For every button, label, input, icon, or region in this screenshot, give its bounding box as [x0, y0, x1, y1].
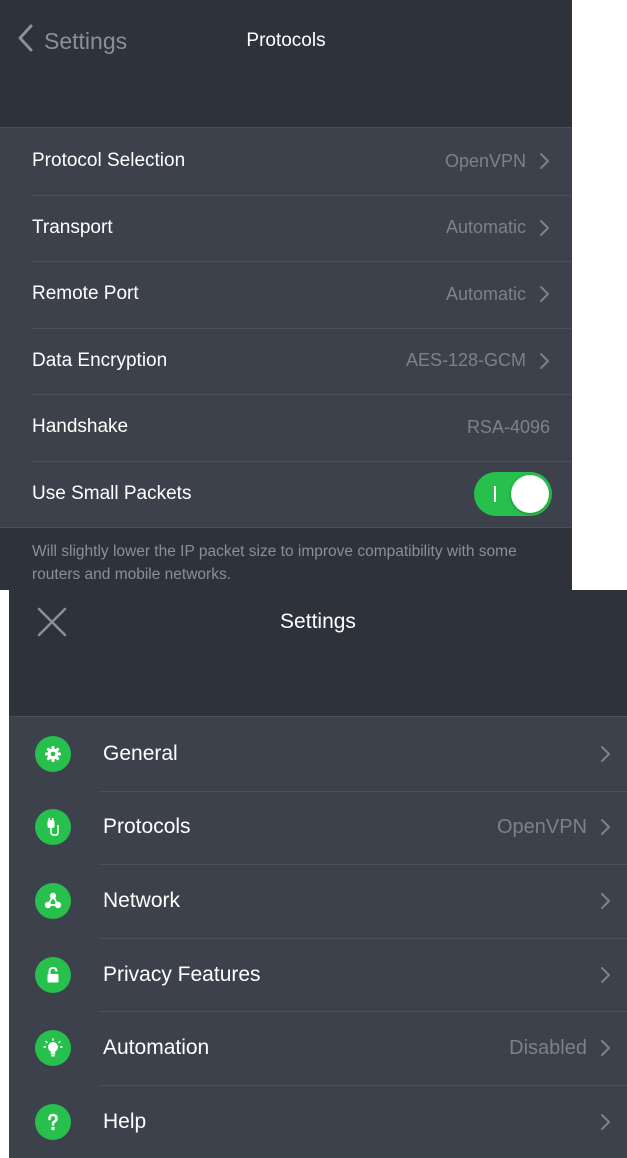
settings-item-protocols[interactable]: Protocols OpenVPN	[9, 790, 627, 865]
settings-list: General Protocols OpenVPN Network Privac…	[9, 716, 627, 1158]
toggle-knob	[511, 474, 549, 513]
settings-item-value: OpenVPN	[496, 815, 587, 838]
use-small-packets-row: Use Small Packets	[0, 460, 572, 528]
settings-navbar: Settings	[9, 590, 627, 716]
toggle-on-mark	[494, 485, 496, 502]
protocols-screen: Settings Protocols Protocol Selection Op…	[0, 0, 572, 590]
chevron-right-icon	[599, 892, 611, 910]
transport-row[interactable]: Transport Automatic	[0, 194, 572, 262]
row-label: Transport	[32, 216, 113, 238]
chevron-right-icon	[538, 285, 550, 303]
settings-item-network[interactable]: Network	[9, 864, 627, 938]
row-label: Protocol Selection	[32, 150, 186, 172]
page-title: Settings	[280, 610, 356, 633]
settings-item-privacy-features[interactable]: Privacy Features	[9, 937, 627, 1012]
lightbulb-icon	[35, 1030, 71, 1067]
data-encryption-row[interactable]: Data Encryption AES-128-GCM	[0, 327, 572, 395]
settings-item-label: Protocols	[103, 815, 191, 839]
protocol-selection-row[interactable]: Protocol Selection OpenVPN	[0, 128, 572, 195]
settings-item-label: General	[103, 741, 178, 765]
lock-icon	[35, 956, 71, 993]
protocols-navbar: Settings Protocols	[0, 0, 572, 128]
chevron-right-icon	[538, 152, 550, 170]
chevron-right-icon	[599, 966, 611, 984]
chevron-right-icon	[599, 745, 611, 763]
question-icon	[35, 1103, 71, 1140]
settings-screen: Settings General Protocols OpenVPN Netwo…	[9, 590, 627, 1158]
settings-item-label: Privacy Features	[103, 962, 261, 986]
small-packets-footnote: Will slightly lower the IP packet size t…	[32, 543, 517, 583]
gear-icon	[35, 735, 71, 772]
row-value: Automatic	[445, 217, 526, 238]
settings-item-value: Disabled	[509, 1036, 587, 1059]
plug-icon	[35, 809, 71, 846]
chevron-right-icon	[599, 818, 611, 836]
chevron-right-icon	[599, 1113, 611, 1131]
settings-item-help[interactable]: Help	[9, 1084, 627, 1158]
network-icon	[35, 882, 71, 919]
settings-item-label: Automation	[103, 1036, 210, 1060]
row-value: RSA-4096	[466, 416, 550, 437]
chevron-right-icon	[538, 219, 550, 237]
row-label: Handshake	[32, 416, 129, 438]
settings-item-automation[interactable]: Automation Disabled	[9, 1011, 627, 1085]
row-value: AES-128-GCM	[405, 350, 526, 371]
row-value: Automatic	[445, 283, 526, 304]
settings-item-label: Help	[103, 1109, 147, 1133]
row-label: Remote Port	[32, 283, 139, 305]
settings-item-general[interactable]: General	[9, 717, 627, 791]
row-label: Use Small Packets	[32, 482, 192, 504]
row-value: OpenVPN	[444, 150, 526, 171]
protocols-list: Protocol Selection OpenVPN Transport Aut…	[0, 127, 572, 528]
row-label: Data Encryption	[32, 349, 168, 371]
chevron-right-icon	[538, 352, 550, 370]
settings-item-label: Network	[103, 888, 181, 912]
use-small-packets-toggle[interactable]	[474, 471, 552, 516]
page-title: Protocols	[246, 30, 326, 51]
remote-port-row[interactable]: Remote Port Automatic	[0, 261, 572, 328]
chevron-right-icon	[599, 1039, 611, 1057]
handshake-row: Handshake RSA-4096	[0, 394, 572, 461]
